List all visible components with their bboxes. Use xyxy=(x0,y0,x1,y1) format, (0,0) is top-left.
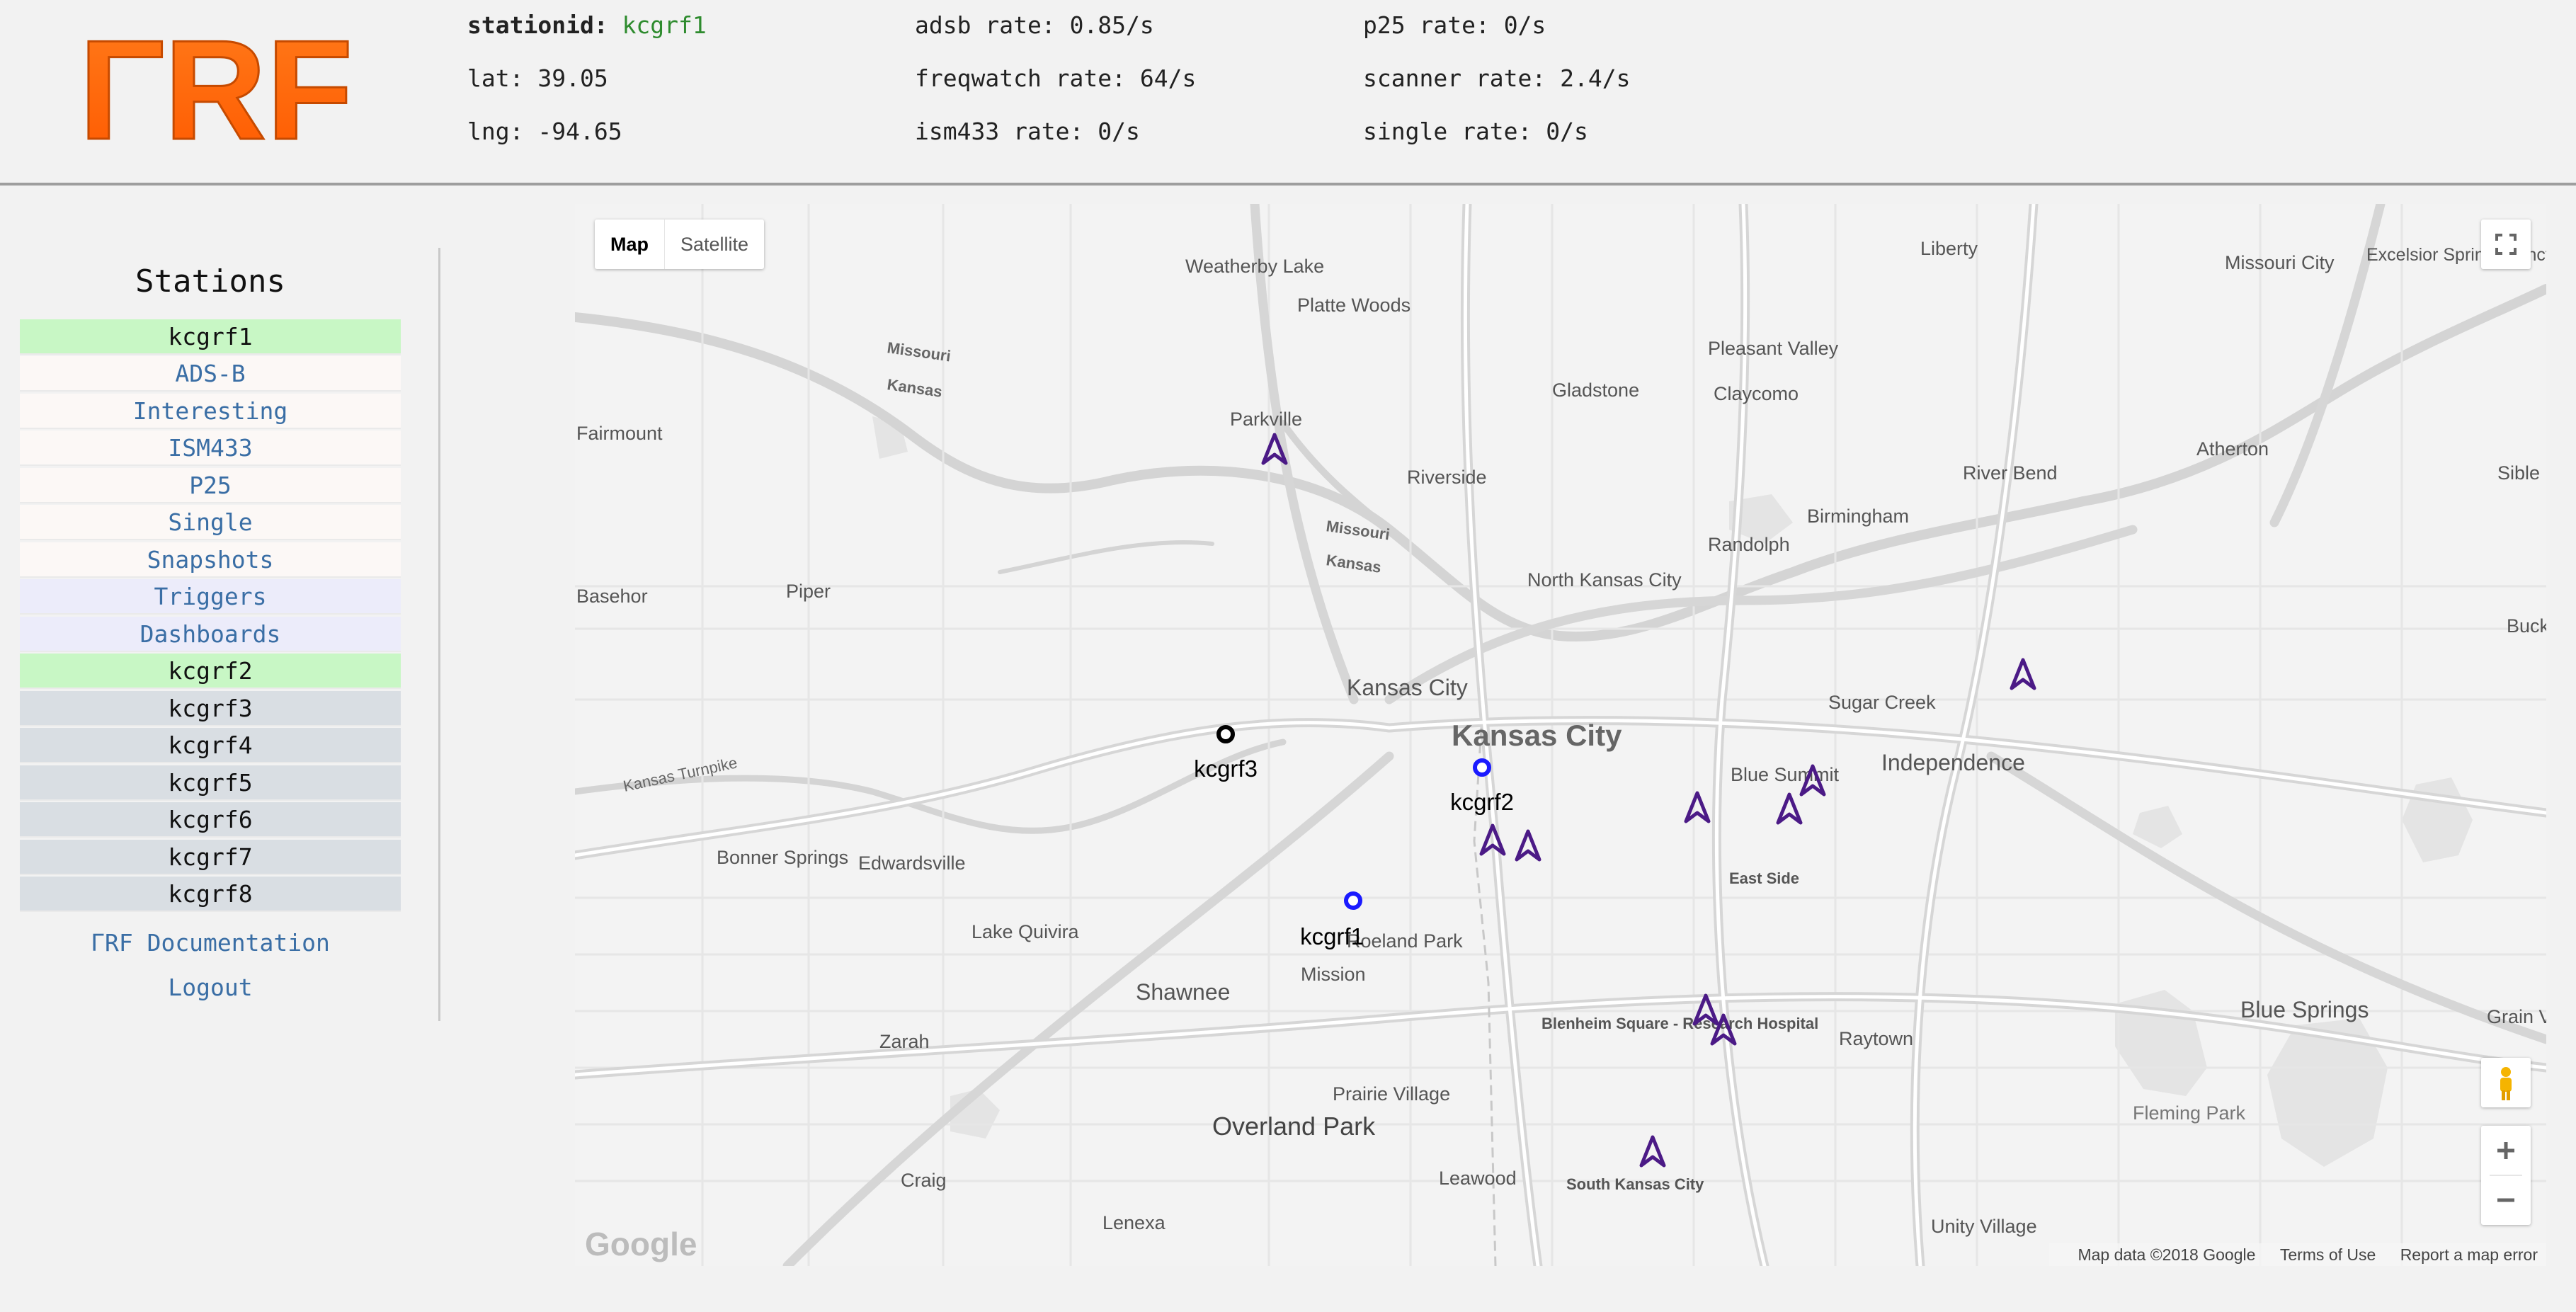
svg-text:ΓRF: ΓRF xyxy=(79,27,353,147)
stat-key: single rate: xyxy=(1363,118,1532,145)
google-logo: Google xyxy=(585,1226,697,1262)
stat-value: 0/s xyxy=(1503,11,1546,39)
stat-key: ism433 rate: xyxy=(915,118,1084,145)
stat-freqwatch-rate: freqwatch rate: 64/s xyxy=(915,64,1196,93)
pegman-icon xyxy=(2500,1067,2512,1100)
sidebar-item-kcgrf3[interactable]: kcgrf3 xyxy=(20,691,401,726)
sidebar-item-kcgrf1[interactable]: kcgrf1 xyxy=(20,319,401,355)
street-view-button[interactable] xyxy=(2481,1058,2531,1107)
top-header: ΓRF stationid: kcgrf1 lat: 39.05 lng: -9… xyxy=(0,0,2576,186)
logout-link[interactable]: Logout xyxy=(20,974,401,1001)
plus-icon[interactable] xyxy=(2481,1126,2531,1175)
sidebar-item-kcgrf2[interactable]: kcgrf2 xyxy=(20,654,401,689)
stat-p25-rate: p25 rate: 0/s xyxy=(1363,11,1546,40)
stat-lat: lat: 39.05 xyxy=(467,64,608,93)
stat-value: 0.85/s xyxy=(1069,11,1154,39)
stations-heading: Stations xyxy=(135,263,285,300)
sidebar-divider xyxy=(438,248,440,1021)
sidebar-item-kcgrf7[interactable]: kcgrf7 xyxy=(20,840,401,875)
grf-logo: ΓRF xyxy=(78,27,354,147)
stat-key: lng: xyxy=(467,118,524,145)
map-type-control: Map Satellite xyxy=(595,219,765,269)
minus-icon[interactable] xyxy=(2481,1175,2531,1225)
zoom-control xyxy=(2481,1126,2531,1225)
stat-key: stationid: xyxy=(467,11,608,39)
stat-value: 0/s xyxy=(1546,118,1588,145)
map-canvas[interactable] xyxy=(575,204,2546,1266)
fullscreen-button[interactable] xyxy=(2481,219,2531,269)
documentation-link[interactable]: ΓRF Documentation xyxy=(20,929,401,957)
sidebar-item-single[interactable]: Single xyxy=(20,505,401,540)
stat-key: scanner rate: xyxy=(1363,64,1546,92)
attribution-text: Map data ©2018 Google xyxy=(2078,1245,2256,1264)
map[interactable]: Liberty Missouri City Excelsior Springs … xyxy=(575,204,2546,1266)
sidebar-item-triggers[interactable]: Triggers xyxy=(20,579,401,615)
sidebar-item-kcgrf5[interactable]: kcgrf5 xyxy=(20,765,401,801)
stat-value: -94.65 xyxy=(537,118,622,145)
sidebar-item-kcgrf6[interactable]: kcgrf6 xyxy=(20,802,401,838)
stat-lng: lng: -94.65 xyxy=(467,118,622,146)
stat-key: freqwatch rate: xyxy=(915,64,1127,92)
stat-key: lat: xyxy=(467,64,524,92)
stat-value: kcgrf1 xyxy=(622,11,707,39)
sidebar-item-p25[interactable]: P25 xyxy=(20,468,401,503)
fullscreen-icon xyxy=(2495,234,2517,255)
sidebar-item-kcgrf8[interactable]: kcgrf8 xyxy=(20,877,401,912)
sidebar: Stations kcgrf1 ADS-B Interesting ISM433… xyxy=(0,186,439,1035)
stat-ism433-rate: ism433 rate: 0/s xyxy=(915,118,1140,146)
terms-link[interactable]: Terms of Use xyxy=(2280,1245,2376,1264)
map-type-satellite-button[interactable]: Satellite xyxy=(664,219,764,269)
sidebar-item-ism433[interactable]: ISM433 xyxy=(20,430,401,466)
stat-single-rate: single rate: 0/s xyxy=(1363,118,1588,146)
stat-value: 64/s xyxy=(1139,64,1197,92)
report-error-link[interactable]: Report a map error xyxy=(2400,1245,2538,1264)
stat-value: 0/s xyxy=(1098,118,1140,145)
stat-value: 39.05 xyxy=(537,64,608,92)
stat-scanner-rate: scanner rate: 2.4/s xyxy=(1363,64,1631,93)
sidebar-item-kcgrf4[interactable]: kcgrf4 xyxy=(20,728,401,763)
sidebar-item-snapshots[interactable]: Snapshots xyxy=(20,542,401,578)
map-attribution: Map data ©2018 Google Terms of Use Repor… xyxy=(2049,1243,2546,1266)
map-type-map-button[interactable]: Map xyxy=(595,219,664,269)
sidebar-item-dashboards[interactable]: Dashboards xyxy=(20,617,401,652)
stat-adsb-rate: adsb rate: 0.85/s xyxy=(915,11,1154,40)
stat-stationid: stationid: kcgrf1 xyxy=(467,11,707,40)
sidebar-item-adsb[interactable]: ADS-B xyxy=(20,356,401,392)
stat-value: 2.4/s xyxy=(1560,64,1631,92)
stat-key: p25 rate: xyxy=(1363,11,1490,39)
sidebar-item-interesting[interactable]: Interesting xyxy=(20,394,401,429)
stat-key: adsb rate: xyxy=(915,11,1056,39)
